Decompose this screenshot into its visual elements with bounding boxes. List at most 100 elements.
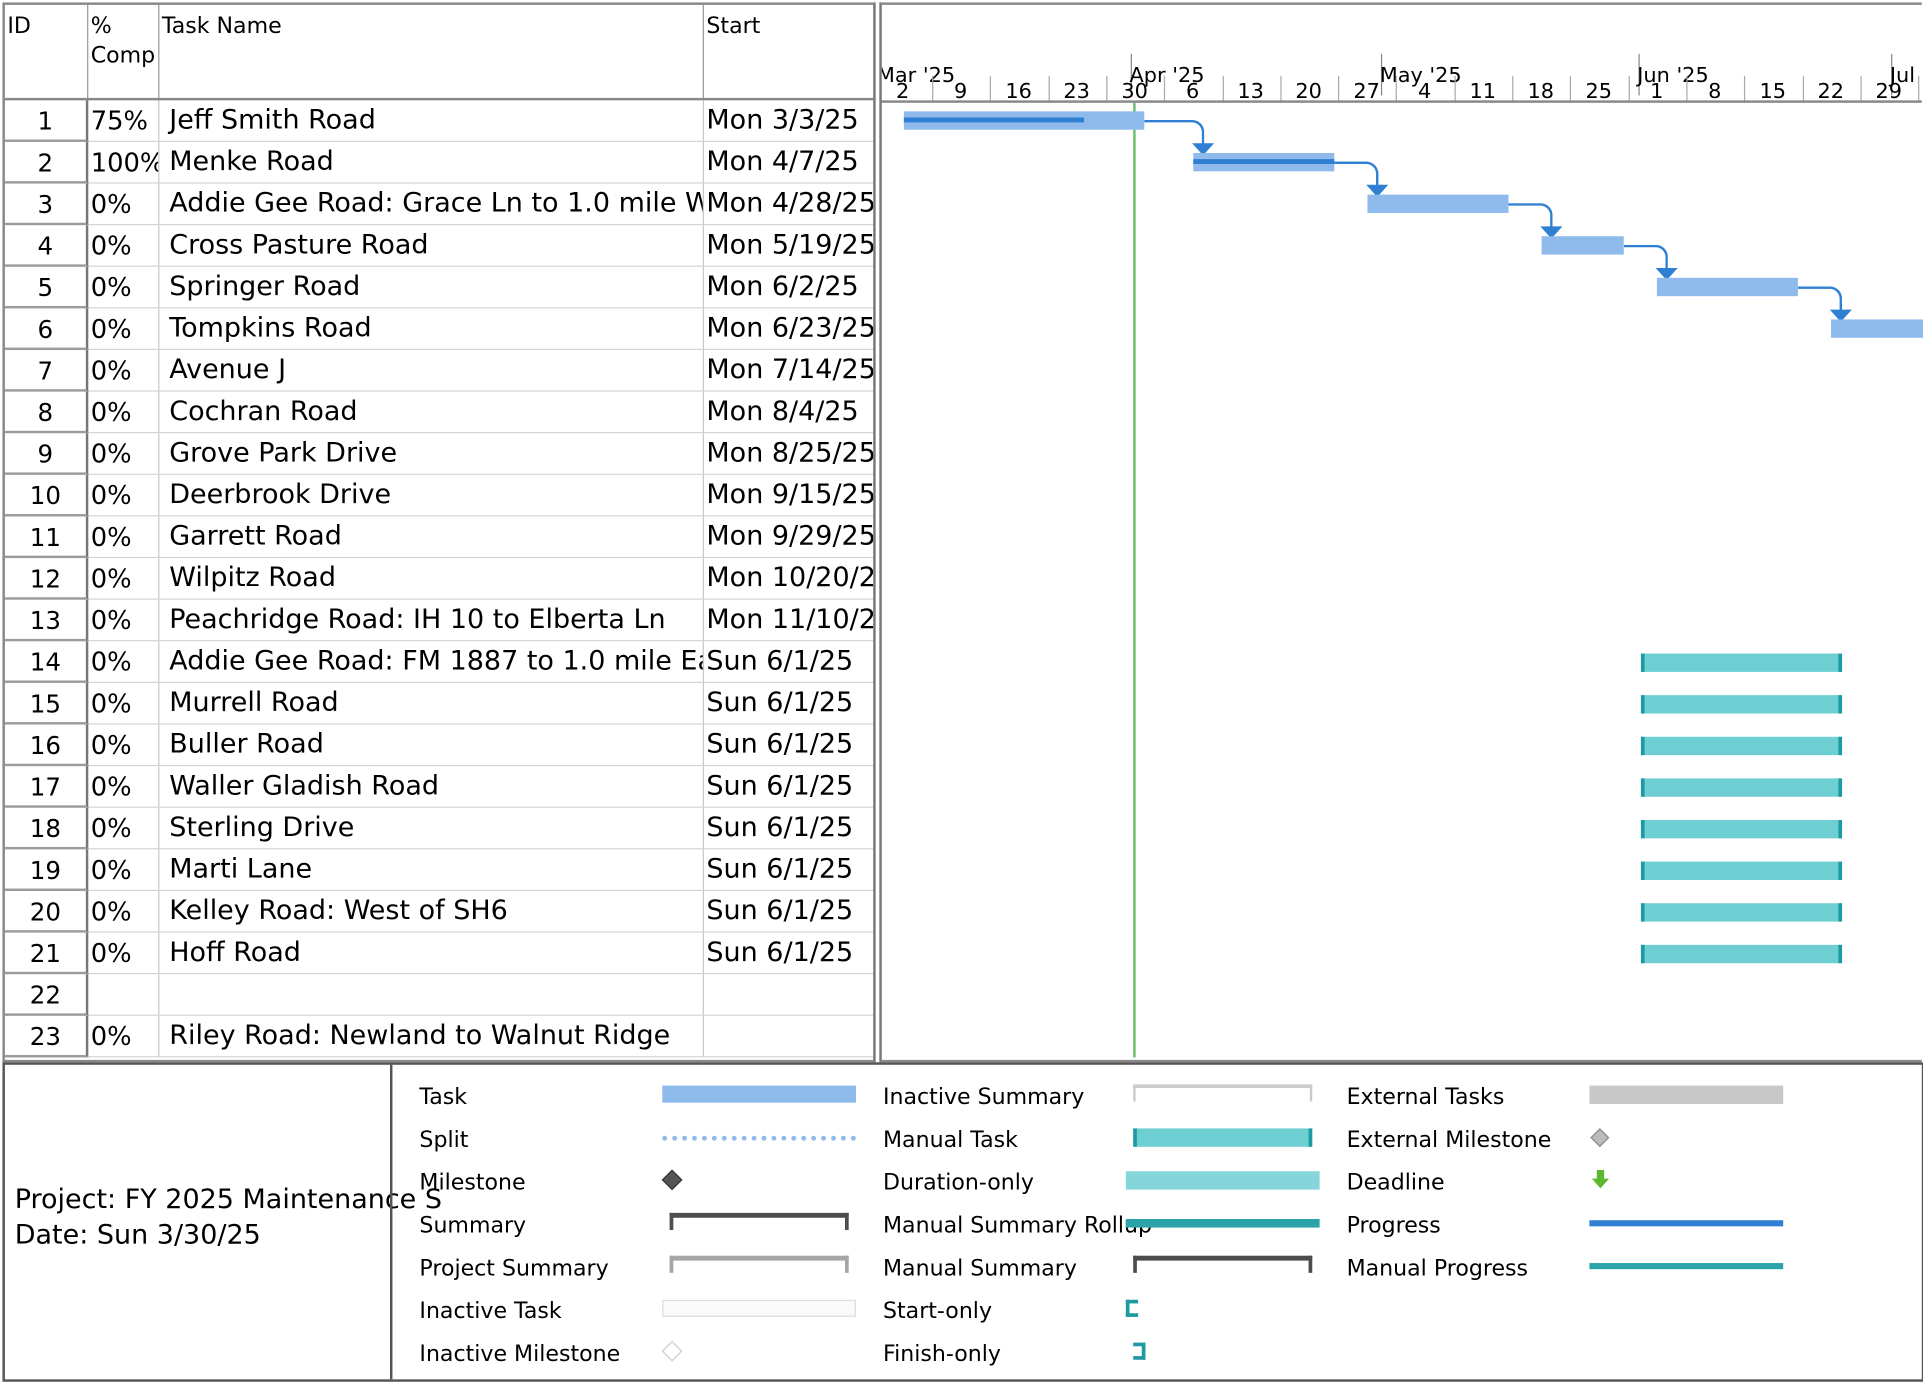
- task-id-cell[interactable]: 20: [4, 890, 89, 933]
- percent-complete-cell[interactable]: 0%: [88, 558, 160, 600]
- start-date-cell[interactable]: [703, 974, 881, 1016]
- table-row[interactable]: 7 0% Avenue J Mon 7/14/25: [4, 350, 881, 392]
- task-name-cell[interactable]: Avenue J: [159, 350, 704, 392]
- task-id-cell[interactable]: 21: [4, 932, 89, 975]
- manual-task-bar[interactable]: [1640, 736, 1843, 756]
- percent-complete-cell[interactable]: 0%: [88, 308, 160, 351]
- table-row[interactable]: 12 0% Wilpitz Road Mon 10/20/25: [4, 558, 881, 600]
- task-id-cell[interactable]: 12: [4, 558, 89, 600]
- start-date-cell[interactable]: Sun 6/1/25: [703, 683, 881, 725]
- task-name-cell[interactable]: Garrett Road: [159, 516, 704, 559]
- table-row[interactable]: 5 0% Springer Road Mon 6/2/25: [4, 266, 881, 309]
- column-header-task-name[interactable]: Task Name: [159, 4, 704, 101]
- start-date-cell[interactable]: Mon 6/23/25: [703, 308, 881, 351]
- table-row[interactable]: 3 0% Addie Gee Road: Grace Ln to 1.0 mile …: [4, 183, 881, 226]
- task-id-cell[interactable]: 1: [4, 100, 89, 142]
- table-row[interactable]: 8 0% Cochran Road Mon 8/4/25: [4, 391, 881, 434]
- task-id-cell[interactable]: 17: [4, 766, 89, 808]
- table-row[interactable]: 16 0% Buller Road Sun 6/1/25: [4, 724, 881, 767]
- manual-task-bar[interactable]: [1640, 778, 1843, 797]
- start-date-cell[interactable]: Mon 4/28/25: [703, 184, 881, 226]
- manual-task-bar[interactable]: [1640, 944, 1843, 964]
- percent-complete-cell[interactable]: 0%: [88, 516, 160, 559]
- percent-complete-cell[interactable]: 0%: [88, 599, 160, 642]
- table-row[interactable]: 4 0% Cross Pasture Road Mon 5/19/25: [4, 225, 881, 267]
- task-name-cell[interactable]: Sterling Drive: [159, 807, 704, 850]
- table-row[interactable]: 20 0% Kelley Road: West of SH6 Sun 6/1/25: [4, 890, 881, 933]
- start-date-cell[interactable]: Mon 5/19/25: [703, 225, 881, 267]
- task-id-cell[interactable]: 23: [4, 1015, 89, 1058]
- task-id-cell[interactable]: 5: [4, 266, 89, 309]
- percent-complete-cell[interactable]: [88, 974, 160, 1016]
- task-id-cell[interactable]: 11: [4, 516, 89, 559]
- task-name-cell[interactable]: Kelley Road: West of SH6: [159, 890, 704, 933]
- task-id-cell[interactable]: 15: [4, 682, 89, 725]
- task-name-cell[interactable]: Springer Road: [159, 266, 704, 309]
- start-date-cell[interactable]: Mon 3/3/25: [703, 100, 881, 142]
- start-date-cell[interactable]: [703, 1016, 881, 1058]
- task-id-cell[interactable]: 9: [4, 433, 89, 475]
- percent-complete-cell[interactable]: 0%: [88, 807, 160, 850]
- task-bar[interactable]: [1541, 236, 1624, 255]
- start-date-cell[interactable]: Sun 6/1/25: [703, 641, 881, 683]
- task-id-cell[interactable]: 3: [4, 183, 89, 226]
- table-row[interactable]: 19 0% Marti Lane Sun 6/1/25: [4, 849, 881, 891]
- column-header-start[interactable]: Start: [704, 5, 881, 100]
- table-row[interactable]: 17 0% Waller Gladish Road Sun 6/1/25: [4, 766, 881, 808]
- table-row[interactable]: 15 0% Murrell Road Sun 6/1/25: [4, 682, 881, 725]
- percent-complete-cell[interactable]: 0%: [88, 474, 160, 517]
- task-id-cell[interactable]: 2: [4, 141, 89, 184]
- percent-complete-cell[interactable]: 0%: [88, 391, 160, 434]
- task-name-cell[interactable]: Addie Gee Road: FM 1887 to 1.0 mile East: [159, 641, 704, 683]
- percent-complete-cell[interactable]: 0%: [88, 724, 160, 767]
- task-id-cell[interactable]: 22: [4, 974, 89, 1016]
- percent-complete-cell[interactable]: 0%: [88, 225, 160, 267]
- table-row[interactable]: 14 0% Addie Gee Road: FM 1887 to 1.0 mile …: [4, 641, 881, 683]
- table-row[interactable]: 18 0% Sterling Drive Sun 6/1/25: [4, 807, 881, 850]
- percent-complete-cell[interactable]: 0%: [88, 266, 160, 309]
- percent-complete-cell[interactable]: 100%: [88, 141, 160, 184]
- manual-task-bar[interactable]: [1640, 903, 1843, 922]
- table-row[interactable]: 6 0% Tompkins Road Mon 6/23/25: [4, 308, 881, 351]
- table-row[interactable]: 10 0% Deerbrook Drive Mon 9/15/25: [4, 474, 881, 517]
- task-bar[interactable]: [1656, 277, 1798, 297]
- percent-complete-cell[interactable]: 0%: [88, 433, 160, 475]
- percent-complete-cell[interactable]: 0%: [88, 849, 160, 891]
- table-row[interactable]: 22: [4, 974, 881, 1016]
- percent-complete-cell[interactable]: 0%: [88, 1015, 160, 1058]
- column-header-pct-complete[interactable]: % Comp: [88, 4, 160, 101]
- task-id-cell[interactable]: 19: [4, 849, 89, 891]
- task-name-cell[interactable]: Marti Lane: [159, 849, 704, 891]
- task-id-cell[interactable]: 13: [4, 599, 89, 642]
- manual-task-bar[interactable]: [1640, 653, 1843, 672]
- start-date-cell[interactable]: Sun 6/1/25: [703, 849, 881, 891]
- task-name-cell[interactable]: Cross Pasture Road: [159, 225, 704, 267]
- task-id-cell[interactable]: 8: [4, 391, 89, 434]
- start-date-cell[interactable]: Mon 7/14/25: [703, 350, 881, 392]
- task-name-cell[interactable]: Jeff Smith Road: [159, 100, 704, 142]
- task-id-cell[interactable]: 14: [4, 641, 89, 683]
- task-id-cell[interactable]: 16: [4, 724, 89, 767]
- start-date-cell[interactable]: Mon 9/15/25: [703, 475, 881, 517]
- column-header-id[interactable]: ID: [5, 4, 89, 101]
- start-date-cell[interactable]: Mon 6/2/25: [703, 267, 881, 309]
- start-date-cell[interactable]: Mon 9/29/25: [703, 516, 881, 559]
- start-date-cell[interactable]: Mon 4/7/25: [703, 142, 881, 184]
- task-name-cell[interactable]: Menke Road: [159, 141, 704, 184]
- start-date-cell[interactable]: Mon 10/20/25: [703, 558, 881, 600]
- start-date-cell[interactable]: Sun 6/1/25: [703, 766, 881, 808]
- task-id-cell[interactable]: 10: [4, 474, 89, 517]
- table-row[interactable]: 11 0% Garrett Road Mon 9/29/25: [4, 516, 881, 559]
- percent-complete-cell[interactable]: 0%: [88, 890, 160, 933]
- task-name-cell[interactable]: Grove Park Drive: [159, 433, 704, 475]
- start-date-cell[interactable]: Mon 8/25/25: [703, 433, 881, 475]
- start-date-cell[interactable]: Sun 6/1/25: [703, 808, 881, 850]
- start-date-cell[interactable]: Mon 11/10/25: [703, 600, 881, 642]
- manual-task-bar[interactable]: [1640, 695, 1843, 714]
- start-date-cell[interactable]: Mon 8/4/25: [703, 392, 881, 434]
- split-bar[interactable]: [873, 2, 882, 1063]
- percent-complete-cell[interactable]: 0%: [88, 766, 160, 808]
- percent-complete-cell[interactable]: 75%: [88, 100, 160, 142]
- percent-complete-cell[interactable]: 0%: [88, 350, 160, 392]
- start-date-cell[interactable]: Sun 6/1/25: [703, 725, 881, 767]
